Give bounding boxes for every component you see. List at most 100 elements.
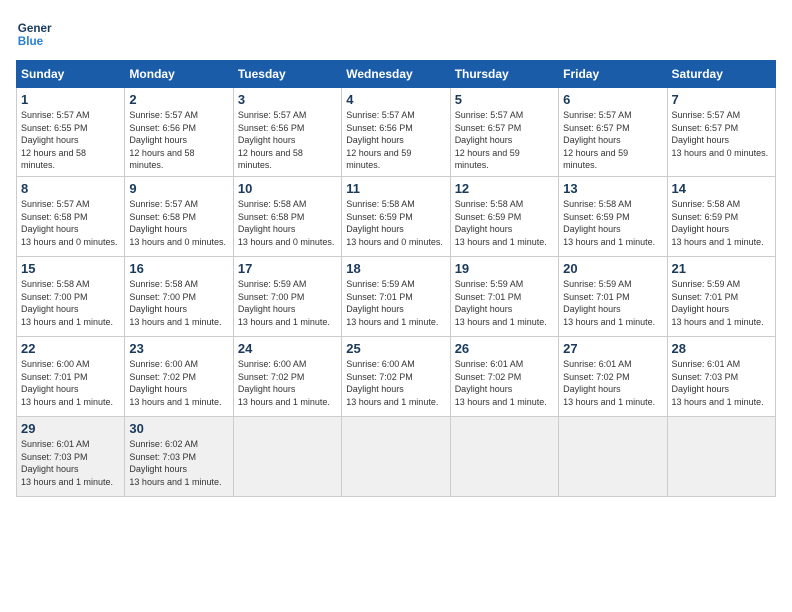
weekday-header: Monday: [125, 61, 233, 88]
day-number: 19: [455, 261, 554, 276]
day-detail: Sunrise: 5:57 AMSunset: 6:58 PMDaylight …: [129, 199, 226, 247]
day-detail: Sunrise: 5:57 AMSunset: 6:57 PMDaylight …: [455, 110, 524, 170]
day-number: 9: [129, 181, 228, 196]
calendar-body: 1 Sunrise: 5:57 AMSunset: 6:55 PMDayligh…: [17, 88, 776, 497]
day-number: 30: [129, 421, 228, 436]
calendar-day-cell: 17 Sunrise: 5:59 AMSunset: 7:00 PMDaylig…: [233, 256, 341, 336]
day-number: 26: [455, 341, 554, 356]
calendar-day-cell: 9 Sunrise: 5:57 AMSunset: 6:58 PMDayligh…: [125, 176, 233, 256]
day-number: 28: [672, 341, 771, 356]
calendar-day-cell: 21 Sunrise: 5:59 AMSunset: 7:01 PMDaylig…: [667, 256, 775, 336]
calendar-day-cell: 4 Sunrise: 5:57 AMSunset: 6:56 PMDayligh…: [342, 88, 450, 177]
calendar-week-row: 8 Sunrise: 5:57 AMSunset: 6:58 PMDayligh…: [17, 176, 776, 256]
day-number: 27: [563, 341, 662, 356]
weekday-header: Saturday: [667, 61, 775, 88]
calendar-day-cell: 23 Sunrise: 6:00 AMSunset: 7:02 PMDaylig…: [125, 336, 233, 416]
calendar-day-cell: 22 Sunrise: 6:00 AMSunset: 7:01 PMDaylig…: [17, 336, 125, 416]
calendar-day-cell: 19 Sunrise: 5:59 AMSunset: 7:01 PMDaylig…: [450, 256, 558, 336]
day-detail: Sunrise: 6:00 AMSunset: 7:02 PMDaylight …: [238, 359, 330, 407]
calendar-day-cell: 29 Sunrise: 6:01 AMSunset: 7:03 PMDaylig…: [17, 416, 125, 496]
day-detail: Sunrise: 5:58 AMSunset: 6:59 PMDaylight …: [563, 199, 655, 247]
day-detail: Sunrise: 6:01 AMSunset: 7:03 PMDaylight …: [672, 359, 764, 407]
day-detail: Sunrise: 6:00 AMSunset: 7:02 PMDaylight …: [129, 359, 221, 407]
calendar-day-cell: 20 Sunrise: 5:59 AMSunset: 7:01 PMDaylig…: [559, 256, 667, 336]
svg-text:Blue: Blue: [18, 35, 44, 48]
day-detail: Sunrise: 5:57 AMSunset: 6:56 PMDaylight …: [346, 110, 415, 170]
calendar-day-cell: [342, 416, 450, 496]
calendar-header: SundayMondayTuesdayWednesdayThursdayFrid…: [17, 61, 776, 88]
calendar-day-cell: 7 Sunrise: 5:57 AMSunset: 6:57 PMDayligh…: [667, 88, 775, 177]
day-detail: Sunrise: 5:57 AMSunset: 6:56 PMDaylight …: [238, 110, 307, 170]
day-number: 5: [455, 92, 554, 107]
calendar-table: SundayMondayTuesdayWednesdayThursdayFrid…: [16, 60, 776, 497]
calendar-day-cell: 11 Sunrise: 5:58 AMSunset: 6:59 PMDaylig…: [342, 176, 450, 256]
calendar-day-cell: 18 Sunrise: 5:59 AMSunset: 7:01 PMDaylig…: [342, 256, 450, 336]
day-number: 24: [238, 341, 337, 356]
day-number: 16: [129, 261, 228, 276]
calendar-day-cell: [233, 416, 341, 496]
day-number: 8: [21, 181, 120, 196]
calendar-day-cell: 3 Sunrise: 5:57 AMSunset: 6:56 PMDayligh…: [233, 88, 341, 177]
weekday-header: Wednesday: [342, 61, 450, 88]
calendar-day-cell: 10 Sunrise: 5:58 AMSunset: 6:58 PMDaylig…: [233, 176, 341, 256]
weekday-row: SundayMondayTuesdayWednesdayThursdayFrid…: [17, 61, 776, 88]
day-detail: Sunrise: 5:57 AMSunset: 6:58 PMDaylight …: [21, 199, 118, 247]
calendar-day-cell: 24 Sunrise: 6:00 AMSunset: 7:02 PMDaylig…: [233, 336, 341, 416]
calendar-day-cell: 16 Sunrise: 5:58 AMSunset: 7:00 PMDaylig…: [125, 256, 233, 336]
calendar-day-cell: 5 Sunrise: 5:57 AMSunset: 6:57 PMDayligh…: [450, 88, 558, 177]
day-detail: Sunrise: 5:59 AMSunset: 7:01 PMDaylight …: [672, 279, 764, 327]
calendar-day-cell: 14 Sunrise: 5:58 AMSunset: 6:59 PMDaylig…: [667, 176, 775, 256]
calendar-day-cell: 13 Sunrise: 5:58 AMSunset: 6:59 PMDaylig…: [559, 176, 667, 256]
day-number: 3: [238, 92, 337, 107]
svg-text:General: General: [18, 22, 52, 35]
calendar-day-cell: 28 Sunrise: 6:01 AMSunset: 7:03 PMDaylig…: [667, 336, 775, 416]
day-number: 2: [129, 92, 228, 107]
calendar-day-cell: [450, 416, 558, 496]
weekday-header: Sunday: [17, 61, 125, 88]
calendar-day-cell: 25 Sunrise: 6:00 AMSunset: 7:02 PMDaylig…: [342, 336, 450, 416]
day-number: 21: [672, 261, 771, 276]
day-detail: Sunrise: 5:58 AMSunset: 7:00 PMDaylight …: [129, 279, 221, 327]
day-number: 1: [21, 92, 120, 107]
day-number: 10: [238, 181, 337, 196]
calendar-day-cell: 26 Sunrise: 6:01 AMSunset: 7:02 PMDaylig…: [450, 336, 558, 416]
calendar-day-cell: 27 Sunrise: 6:01 AMSunset: 7:02 PMDaylig…: [559, 336, 667, 416]
weekday-header: Thursday: [450, 61, 558, 88]
day-detail: Sunrise: 5:57 AMSunset: 6:57 PMDaylight …: [672, 110, 769, 158]
day-detail: Sunrise: 6:01 AMSunset: 7:02 PMDaylight …: [563, 359, 655, 407]
day-detail: Sunrise: 5:58 AMSunset: 6:59 PMDaylight …: [455, 199, 547, 247]
day-detail: Sunrise: 5:58 AMSunset: 7:00 PMDaylight …: [21, 279, 113, 327]
day-detail: Sunrise: 5:58 AMSunset: 6:59 PMDaylight …: [346, 199, 443, 247]
day-detail: Sunrise: 6:00 AMSunset: 7:01 PMDaylight …: [21, 359, 113, 407]
calendar-day-cell: 30 Sunrise: 6:02 AMSunset: 7:03 PMDaylig…: [125, 416, 233, 496]
day-detail: Sunrise: 6:00 AMSunset: 7:02 PMDaylight …: [346, 359, 438, 407]
day-number: 18: [346, 261, 445, 276]
day-number: 7: [672, 92, 771, 107]
day-number: 13: [563, 181, 662, 196]
day-detail: Sunrise: 5:59 AMSunset: 7:01 PMDaylight …: [455, 279, 547, 327]
day-number: 14: [672, 181, 771, 196]
weekday-header: Tuesday: [233, 61, 341, 88]
calendar-day-cell: [667, 416, 775, 496]
day-number: 22: [21, 341, 120, 356]
day-detail: Sunrise: 6:01 AMSunset: 7:03 PMDaylight …: [21, 439, 113, 487]
day-number: 20: [563, 261, 662, 276]
day-number: 4: [346, 92, 445, 107]
day-number: 12: [455, 181, 554, 196]
calendar-week-row: 15 Sunrise: 5:58 AMSunset: 7:00 PMDaylig…: [17, 256, 776, 336]
calendar-day-cell: 2 Sunrise: 5:57 AMSunset: 6:56 PMDayligh…: [125, 88, 233, 177]
day-detail: Sunrise: 5:59 AMSunset: 7:01 PMDaylight …: [346, 279, 438, 327]
day-detail: Sunrise: 5:59 AMSunset: 7:01 PMDaylight …: [563, 279, 655, 327]
day-number: 15: [21, 261, 120, 276]
day-detail: Sunrise: 5:58 AMSunset: 6:58 PMDaylight …: [238, 199, 335, 247]
day-detail: Sunrise: 6:02 AMSunset: 7:03 PMDaylight …: [129, 439, 221, 487]
calendar-day-cell: [559, 416, 667, 496]
day-number: 17: [238, 261, 337, 276]
calendar-day-cell: 1 Sunrise: 5:57 AMSunset: 6:55 PMDayligh…: [17, 88, 125, 177]
day-detail: Sunrise: 5:57 AMSunset: 6:56 PMDaylight …: [129, 110, 198, 170]
day-number: 6: [563, 92, 662, 107]
logo: General Blue: [16, 16, 52, 52]
day-detail: Sunrise: 6:01 AMSunset: 7:02 PMDaylight …: [455, 359, 547, 407]
calendar-day-cell: 15 Sunrise: 5:58 AMSunset: 7:00 PMDaylig…: [17, 256, 125, 336]
day-number: 23: [129, 341, 228, 356]
